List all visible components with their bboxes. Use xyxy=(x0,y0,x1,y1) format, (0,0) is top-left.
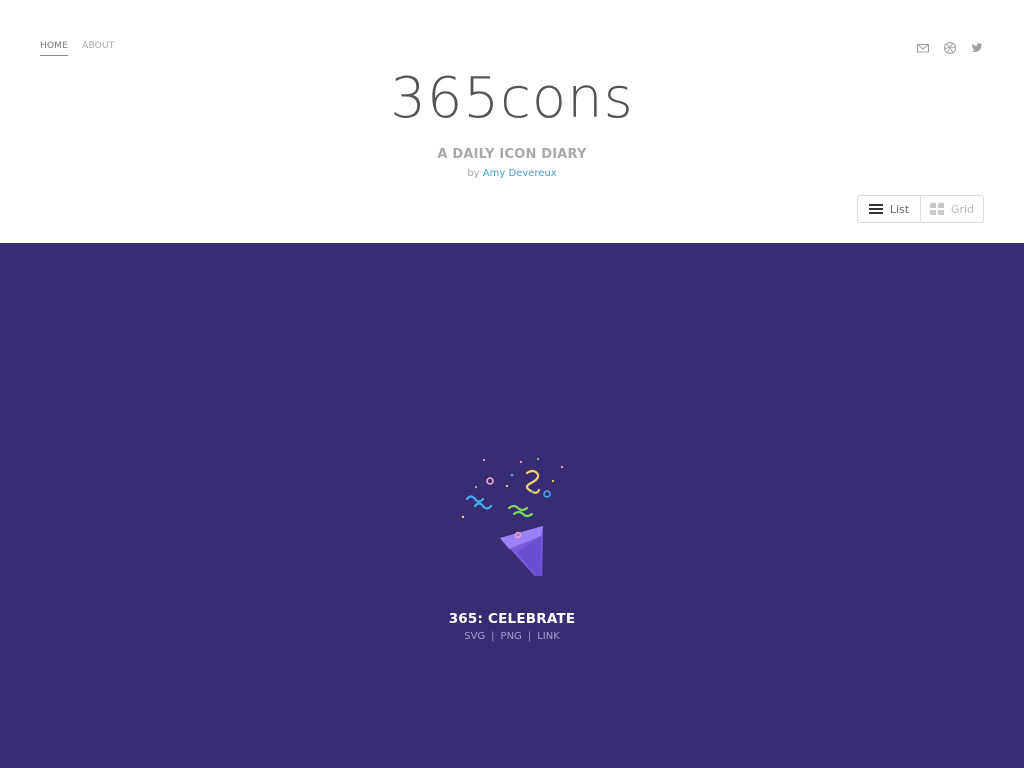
permalink-link[interactable]: LINK xyxy=(537,631,560,642)
link-separator: | xyxy=(527,631,532,642)
site-tagline: A DAILY ICON DIARY xyxy=(437,147,587,162)
view-toggle: List Grid xyxy=(857,195,984,223)
site-header: HOME ABOUT 365cons A DAILY ICON DIARY by… xyxy=(0,0,1024,243)
site-logo[interactable]: 365cons xyxy=(0,66,1024,131)
featured-icon-area: 365: CELEBRATE SVG | PNG | LINK xyxy=(0,243,1024,768)
list-view-label: List xyxy=(889,202,910,216)
link-separator: | xyxy=(491,631,495,642)
social-links xyxy=(916,41,984,55)
nav-home-link[interactable]: HOME xyxy=(40,41,69,56)
grid-view-button[interactable]: Grid xyxy=(920,196,983,222)
download-links: SVG | PNG | LINK xyxy=(0,631,1024,642)
author-link[interactable]: Amy Devereux xyxy=(483,168,557,179)
top-nav: HOME ABOUT xyxy=(40,41,114,56)
png-download-link[interactable]: PNG xyxy=(501,631,522,642)
byline: by Amy Devereux xyxy=(0,168,1024,179)
byline-prefix: by xyxy=(467,168,480,179)
grid-view-label: Grid xyxy=(950,202,975,216)
featured-title[interactable]: 365: CELEBRATE xyxy=(0,611,1024,627)
list-view-button[interactable]: List xyxy=(858,196,920,222)
grid-icon xyxy=(929,203,944,215)
twitter-icon[interactable] xyxy=(970,41,984,55)
svg-download-link[interactable]: SVG xyxy=(464,631,485,642)
dribbble-icon[interactable] xyxy=(943,41,957,55)
list-icon xyxy=(868,203,883,215)
mail-icon[interactable] xyxy=(916,41,930,55)
nav-about-link[interactable]: ABOUT xyxy=(82,41,114,56)
party-popper-icon[interactable] xyxy=(457,456,567,576)
